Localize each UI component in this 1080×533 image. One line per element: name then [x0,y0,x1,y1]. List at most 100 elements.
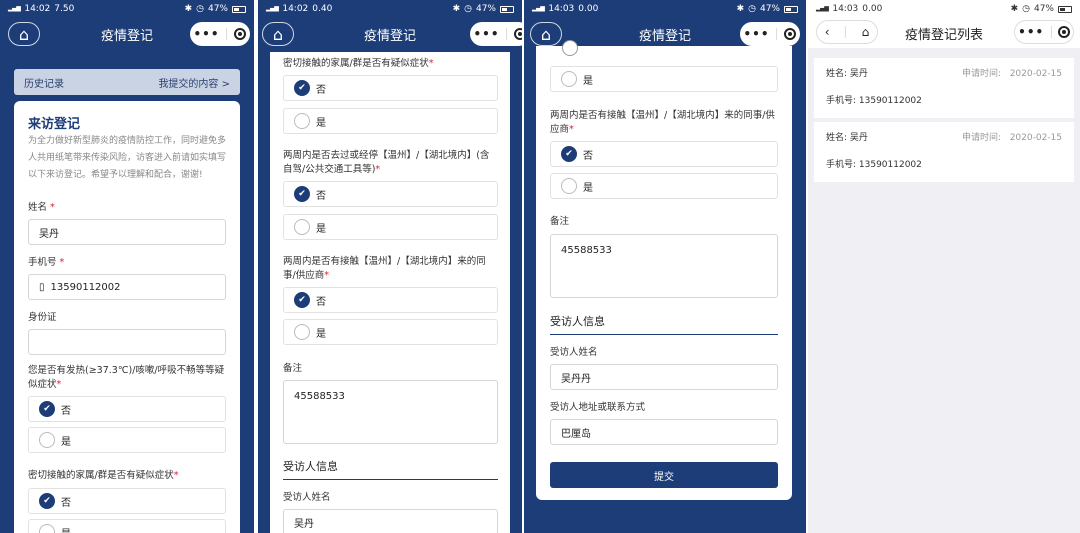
radio-empty-icon [39,432,55,448]
contact-question: 两周内是否有接触【温州】/【湖北境内】来的同事/供应商* [283,256,486,281]
network-speed: 0.40 [312,4,333,14]
history-link[interactable]: 历史记录 [24,75,64,90]
capsule-divider [1050,26,1052,38]
capsule-divider [776,28,778,40]
back-icon[interactable]: ‹ [825,25,830,39]
check-icon: ✔ [39,493,55,509]
radio-empty-icon [561,71,577,87]
nav-bar: ⌂ 疫情登记 ••• [258,20,522,48]
nav-bar: ‹ ⌂ 疫情登记列表 ••• [808,18,1080,48]
close-contact-question: 密切接触的家属/群是否有疑似症状* [283,58,434,69]
form-title: 来访登记 [28,117,81,132]
name-label: 姓名 * [28,202,55,213]
record-name: 姓名: 吴丹 [826,133,868,143]
battery-level: 47% [475,4,496,14]
travel-option-yes[interactable]: 是 [550,66,778,92]
home-icon[interactable]: ⌂ [262,22,294,46]
battery-level: 47% [759,4,780,14]
mini-program-capsule: ••• [1014,20,1074,44]
contact-option-no[interactable]: ✔ 否 [283,287,498,313]
record-phone: 手机号: 13590112002 [826,160,922,170]
remark-textarea[interactable]: 45588533 [550,234,778,298]
host-address-input[interactable]: 巴厘岛 [550,419,778,445]
remark-label: 备注 [550,216,570,227]
host-name-input[interactable]: 吴丹丹 [550,364,778,390]
submit-button[interactable]: 提交 [550,462,778,488]
close-target-icon[interactable] [514,28,522,40]
status-bar: ▂▄▆ 14:03 0.00 ✱ ◷ 47% [524,0,806,18]
contact-option-no[interactable]: ✔ 否 [550,141,778,167]
radio-empty-icon [39,524,55,533]
radio-partial [562,40,578,60]
capsule-divider [226,28,228,40]
check-icon: ✔ [39,401,55,417]
form-card: 来访登记 为全力做好新型肺炎的疫情防控工作，同时避免多人共用纸笔带来传染风险，访… [14,101,240,533]
contact-question: 两周内是否有接触【温州】/【湖北境内】来的同事/供应商* [550,110,775,135]
check-icon: ✔ [294,80,310,96]
fever-question: 您是否有发热(≥37.3℃)/咳嗽/呼吸不畅等等疑似症状* [28,365,225,390]
close-target-icon[interactable] [1057,26,1070,38]
battery-icon [784,5,798,13]
contact-option-yes[interactable]: 是 [283,319,498,345]
status-bar: ▂▄▆ 14:03 0.00 ✱ ◷ 47% [808,0,1080,18]
close-target-icon[interactable] [234,28,247,40]
fever-option-no[interactable]: ✔ 否 [28,396,226,422]
id-input[interactable] [28,329,226,355]
remark-textarea[interactable]: 45588533 [283,380,498,444]
record-phone: 手机号: 13590112002 [826,96,922,106]
mobile-icon: ▯ [39,281,45,293]
fever-option-yes[interactable]: 是 [28,427,226,453]
close-contact-option-yes[interactable]: 是 [283,108,498,134]
bluetooth-icon: ✱ [184,4,193,14]
home-icon[interactable]: ⌂ [530,22,562,46]
list-item[interactable]: 姓名: 吴丹 申请时间: 2020-02-15 手机号: 13590112002 [814,122,1074,182]
phone-input[interactable]: ▯ 13590112002 [28,274,226,300]
my-submissions-link[interactable]: 我提交的内容 > [158,75,230,90]
network-speed: 7.50 [54,4,75,14]
host-name-label: 受访人姓名 [550,347,598,358]
form-card: 密切接触的家属/群是否有疑似症状* ✔ 否 是 两周内是否去过或经停【温州】/【湖… [270,52,510,533]
host-address-label: 受访人地址或联系方式 [550,402,646,413]
id-label: 身份证 [28,312,57,323]
more-icon[interactable]: ••• [473,27,499,41]
list-item[interactable]: 姓名: 吴丹 申请时间: 2020-02-15 手机号: 13590112002 [814,58,1074,118]
remark-label: 备注 [283,363,303,374]
status-bar: ▂▄▆ 14:02 0.40 ✱ ◷ 47% [258,0,522,18]
travel-option-yes[interactable]: 是 [283,214,498,240]
radio-empty-icon [294,324,310,340]
close-contact-option-yes[interactable]: 是 [28,519,226,533]
mini-program-capsule: ••• [190,22,250,46]
form-card: 是 两周内是否有接触【温州】/【湖北境内】来的同事/供应商* ✔ 否 是 备注 4… [536,40,792,500]
close-target-icon[interactable] [784,28,797,40]
check-icon: ✔ [294,292,310,308]
battery-icon [500,5,514,13]
signal-icon: ▂▄▆ [266,5,279,12]
check-icon: ✔ [294,186,310,202]
home-icon[interactable]: ⌂ [8,22,40,46]
close-contact-option-no[interactable]: ✔ 否 [283,75,498,101]
close-contact-option-no[interactable]: ✔ 否 [28,488,226,514]
more-icon[interactable]: ••• [743,27,769,41]
network-speed: 0.00 [578,4,599,14]
host-section-title: 受访人信息 [550,313,778,335]
signal-icon: ▂▄▆ [532,5,545,12]
phone-value: 13590112002 [50,281,121,293]
contact-option-yes[interactable]: 是 [550,173,778,199]
alarm-icon: ◷ [748,4,756,14]
status-time: 14:03 [832,4,859,14]
travel-option-no[interactable]: ✔ 否 [283,181,498,207]
back-home-capsule: ‹ ⌂ [816,20,878,44]
mini-program-capsule: ••• [740,22,800,46]
host-name-input[interactable]: 吴丹 [283,509,498,533]
screen-form-bottom: ▂▄▆ 14:03 0.00 ✱ ◷ 47% ⌂ 疫情登记 ••• 是 两周内是否有接触… [524,0,806,533]
battery-level: 47% [1033,4,1054,14]
history-bar: 历史记录 我提交的内容 > [14,69,240,95]
signal-icon: ▂▄▆ [816,5,829,12]
home-icon[interactable]: ⌂ [862,25,870,39]
status-time: 14:02 [24,4,51,14]
more-icon[interactable]: ••• [1018,25,1044,39]
more-icon[interactable]: ••• [193,27,219,41]
bluetooth-icon: ✱ [1010,4,1019,14]
radio-empty-icon [294,219,310,235]
name-input[interactable]: 吴丹 [28,219,226,245]
